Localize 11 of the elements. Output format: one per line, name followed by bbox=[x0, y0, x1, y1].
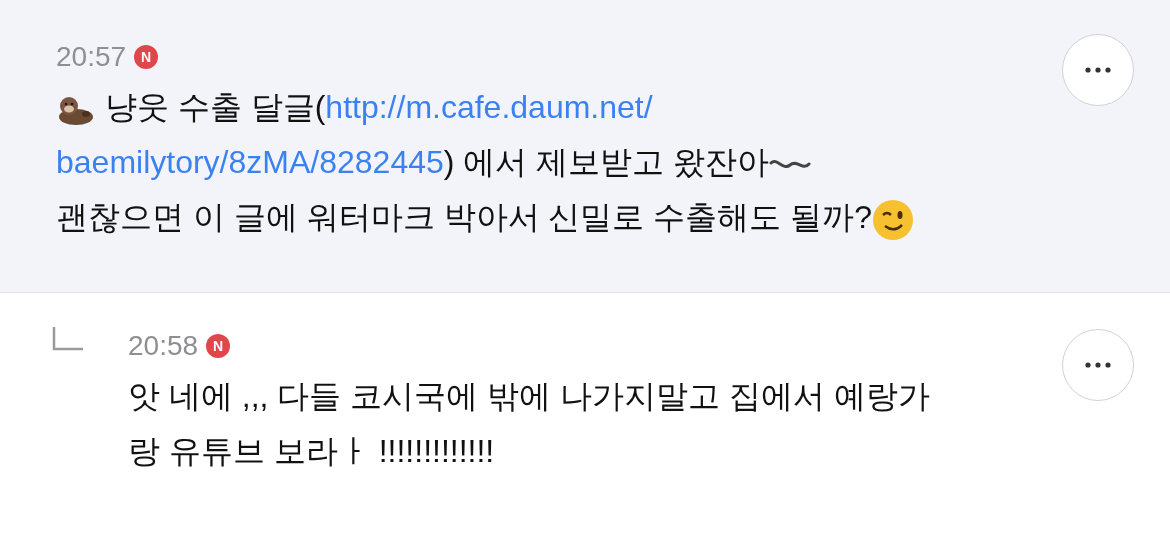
more-icon bbox=[1085, 67, 1111, 73]
link[interactable]: http://m.cafe.daum.net/ bbox=[325, 89, 653, 125]
new-badge: N bbox=[134, 45, 159, 69]
winking-face-icon bbox=[872, 198, 915, 241]
comment-time: 20:57 bbox=[56, 41, 127, 73]
link[interactable]: baemilytory/8zMA/8282445 bbox=[56, 144, 444, 180]
comment-time: 20:58 bbox=[128, 330, 199, 362]
new-badge: N bbox=[206, 334, 231, 358]
more-icon bbox=[1085, 362, 1111, 368]
comment-text: 앗 네에 ,,, 다들 코시국에 밖에 나가지말고 집에서 예랑가 랑 유튜브 보라ㅏ !!!!!!!!!!!!! bbox=[128, 377, 931, 471]
comment-text: 냥웃 수출 달글(http://m.cafe.daum.net/ baemilytory/8zMA/8282445) 에서 제보받고 왔잔아 괜찮으면 이 글에 워터마크 박아서 신밀로 수출해도 될까? bbox=[56, 80, 1062, 245]
